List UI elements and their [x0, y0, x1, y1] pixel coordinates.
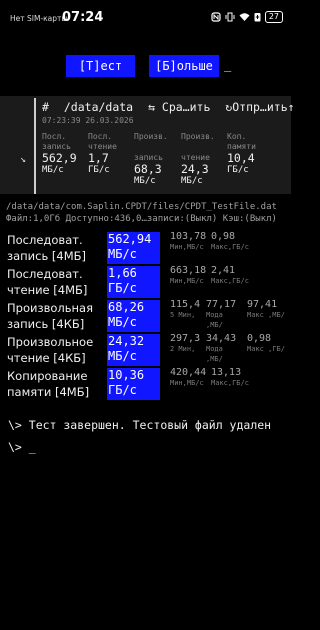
stat-unit: ГБ/с [88, 165, 110, 175]
result-value-box: 24,32 МБ/с [107, 334, 160, 366]
stat-label: запись [42, 142, 71, 151]
result-panel: # /data/data ⇆ Сра…ить ↻Отпр…ить↑ 07:23:… [0, 96, 295, 194]
path-label[interactable]: /data/data [64, 100, 133, 114]
result-min: 297,3 2 Мин, [170, 333, 201, 354]
result-value: 10,36 [108, 368, 145, 382]
result-min: 115,4 5 Мин, [170, 299, 201, 320]
hash-label: # [42, 100, 49, 114]
result-mode: 34,43 Мода ,МБ/ [206, 333, 237, 364]
stat-rand-write: Произв. запись 68,3 МБ/с [134, 132, 168, 186]
result-max: 0,98 Макс,ГБ/с [211, 231, 249, 252]
result-value-box: 562,94 МБ/с [107, 232, 160, 264]
stat-value: 562,9 [42, 151, 77, 165]
result-max: 13,13 Макс,ГБ/с [211, 367, 249, 388]
result-row-rand-read: Произвольное чтение [4КБ] 24,32 МБ/с 297… [0, 334, 291, 366]
divider [34, 98, 36, 194]
result-max: 2,41 Макс,ГБ/с [211, 265, 249, 286]
result-min: 103,78 Мин,МБ/с [170, 231, 207, 252]
wifi-icon [239, 13, 250, 21]
result-mode: 77,17 Мода ,МБ/ [206, 299, 237, 330]
stat-label: чтение [88, 142, 117, 151]
test-button[interactable]: [Т]ест [66, 55, 135, 77]
battery-icon: 27 [264, 11, 283, 23]
file-info: /data/data/com.Saplin.CPDT/files/CPDT_Te… [6, 201, 277, 225]
console-message: \> Тест завершен. Тестовый файл удален [8, 418, 272, 432]
panel-header: # /data/data ⇆ Сра…ить ↻Отпр…ить↑ [42, 100, 303, 114]
result-label: Копирование памяти [4МБ] [7, 369, 90, 399]
result-label: Произвольное чтение [4КБ] [7, 335, 94, 365]
nfc-icon [211, 12, 221, 22]
result-row-seq-read: Последоват. чтение [4МБ] 1,66 ГБ/с 663,1… [0, 266, 291, 298]
stat-label: Произв. [134, 132, 168, 141]
expand-arrow-icon[interactable]: ↘ [20, 154, 26, 165]
stat-value: 68,3 [134, 162, 162, 176]
stat-seq-write: Посл. запись 562,9 МБ/с [42, 132, 77, 175]
result-value-box: 1,66 ГБ/с [107, 266, 160, 298]
result-max: 0,98 Макс ,ГБ/ [247, 333, 285, 354]
result-value-box: 10,36 ГБ/с [107, 368, 160, 400]
send-button[interactable]: ↻Отпр…ить↑ [225, 100, 294, 114]
stat-label: памяти [227, 142, 256, 151]
result-label: Произвольная запись [4КБ] [7, 301, 93, 331]
result-unit: МБ/с [108, 349, 137, 363]
stat-mem-copy: Коп. памяти 10,4 ГБ/с [227, 132, 256, 175]
result-row-rand-write: Произвольная запись [4КБ] 68,26 МБ/с 115… [0, 300, 291, 332]
stat-unit: ГБ/с [227, 165, 249, 175]
result-value: 562,94 [108, 232, 152, 246]
result-label: Последоват. чтение [4МБ] [7, 267, 88, 297]
result-unit: МБ/с [108, 315, 137, 329]
stat-value: 1,7 [88, 151, 109, 165]
vibrate-icon [225, 12, 235, 22]
status-icons: 27 [211, 11, 283, 23]
result-row-seq-write: Последоват. запись [4МБ] 562,94 МБ/с 103… [0, 232, 291, 264]
result-value: 68,26 [108, 300, 145, 314]
compare-button[interactable]: ⇆ Сра…ить [148, 100, 210, 114]
clock: 07:24 [62, 10, 104, 25]
result-max: 97,41 Макс ,МБ/ [247, 299, 285, 320]
stat-label: Произв. [181, 132, 215, 141]
result-value: 1,66 [108, 266, 137, 280]
result-min: 663,18 Мин,МБ/с [170, 265, 207, 286]
result-row-mem-copy: Копирование памяти [4МБ] 10,36 ГБ/с 420,… [0, 368, 291, 400]
stat-label: Коп. [227, 132, 247, 141]
stat-value: 24,3 [181, 162, 209, 176]
result-value: 24,32 [108, 334, 145, 348]
battery-saver-icon [254, 13, 261, 22]
status-bar: Нет SIM-карты 07:24 27 [0, 0, 291, 36]
more-button[interactable]: [Б]ольше [149, 55, 219, 77]
stat-label: Посл. [42, 132, 67, 141]
result-unit: МБ/с [108, 247, 137, 261]
result-unit: ГБ/с [108, 281, 137, 295]
stat-rand-read: Произв. чтение 24,3 МБ/с [181, 132, 215, 186]
stat-label: Посл. [88, 132, 113, 141]
stat-value: 10,4 [227, 151, 255, 165]
stat-unit: МБ/с [42, 165, 64, 175]
timestamp: 07:23:39 26.03.2026 [42, 116, 134, 125]
result-value-box: 68,26 МБ/с [107, 300, 160, 332]
file-path: /data/data/com.Saplin.CPDT/files/CPDT_Te… [6, 202, 277, 212]
stat-seq-read: Посл. чтение 1,7 ГБ/с [88, 132, 117, 175]
stat-unit: МБ/с [134, 176, 156, 186]
prompt-cursor: _ [224, 58, 232, 72]
result-label: Последоват. запись [4МБ] [7, 233, 87, 263]
console-prompt[interactable]: \> _ [8, 440, 36, 454]
carrier-label: Нет SIM-карты [10, 14, 68, 23]
file-status: Файл:1,0Гб Доступно:436,0…записи:(Выкл) … [6, 214, 277, 224]
stat-unit: МБ/с [181, 176, 203, 186]
result-min: 420,44 Мин,МБ/с [170, 367, 207, 388]
result-unit: ГБ/с [108, 383, 137, 397]
